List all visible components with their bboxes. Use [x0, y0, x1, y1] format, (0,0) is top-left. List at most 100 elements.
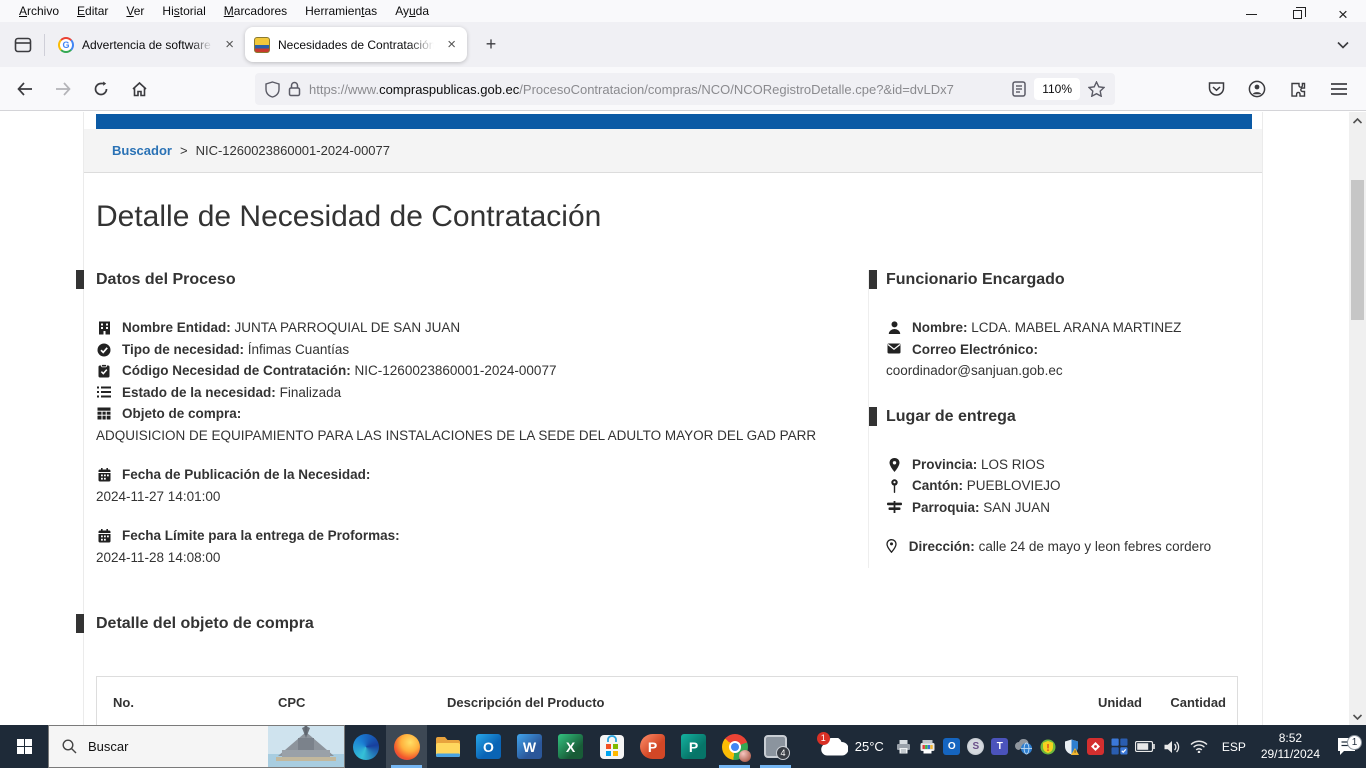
tray-red-app-icon[interactable] [1084, 738, 1108, 755]
taskbar-clock[interactable]: 8:52 29/11/2024 [1255, 731, 1326, 762]
taskbar-search-box[interactable]: Buscar [48, 725, 345, 768]
reload-button[interactable] [84, 73, 118, 105]
menu-archivo[interactable]: Archivo [10, 2, 68, 20]
account-icon [1248, 80, 1266, 98]
table-header-descripcion: Descripción del Producto [447, 695, 1032, 710]
forward-icon [55, 82, 71, 96]
scroll-down-arrow[interactable] [1349, 708, 1366, 725]
taskbar-app-chrome[interactable] [714, 725, 755, 768]
taskbar-app-outlook[interactable]: O [468, 725, 509, 768]
taskbar-app-publisher[interactable]: P [673, 725, 714, 768]
check-circle-icon [96, 339, 112, 357]
new-tab-button[interactable]: + [475, 29, 507, 61]
tray-teams-icon[interactable]: T [988, 738, 1012, 755]
zoom-level-indicator[interactable]: 110% [1034, 78, 1080, 100]
vertical-scrollbar[interactable] [1349, 112, 1366, 725]
firefox-view-button[interactable] [6, 28, 40, 62]
tray-s-badge-icon[interactable]: S [964, 738, 988, 755]
map-marker-icon [886, 454, 902, 472]
firefox-icon [394, 734, 420, 760]
taskbar-app-edge[interactable] [345, 725, 386, 768]
menu-ayuda[interactable]: Ayuda [386, 2, 438, 20]
page-container: Buscador > NIC-1260023860001-2024-00077 … [83, 112, 1263, 725]
restore-icon [1293, 10, 1302, 19]
language-indicator[interactable]: ESP [1213, 740, 1255, 754]
taskbar-app-excel[interactable]: X [550, 725, 591, 768]
taskbar-app-powerpoint[interactable]: P [632, 725, 673, 768]
restore-button[interactable] [1274, 0, 1320, 29]
close-button[interactable]: × [1320, 0, 1366, 29]
search-highlight-image[interactable] [268, 726, 344, 767]
menu-marcadores[interactable]: Marcadores [215, 2, 296, 20]
menu-herramientas[interactable]: Herramientas [296, 2, 386, 20]
file-explorer-icon [435, 736, 461, 758]
menu-editar[interactable]: Editar [68, 2, 117, 20]
menu-ver[interactable]: Ver [117, 2, 153, 20]
account-button[interactable] [1240, 73, 1274, 105]
calendar-icon [96, 464, 112, 482]
taskbar-app-window-group[interactable]: 4 [755, 725, 796, 768]
list-item-fecha-limite: Fecha Límite para la entrega de Proforma… [96, 525, 868, 547]
wifi-icon[interactable] [1186, 740, 1213, 753]
table-header-cpc: CPC [247, 695, 447, 710]
start-button[interactable] [0, 725, 48, 768]
tab-necesidades[interactable]: Necesidades de Contratación y × [245, 27, 467, 62]
table-header-cantidad: Cantidad [1142, 695, 1237, 710]
microsoft-store-icon [600, 735, 624, 759]
correo-value: coordinador@sanjuan.gob.ec [886, 360, 1252, 382]
scroll-up-arrow[interactable] [1349, 112, 1366, 129]
taskbar-weather-widget[interactable]: 1 25°C [813, 738, 892, 756]
page-title: Detalle de Necesidad de Contratación [96, 200, 1262, 234]
notification-center-button[interactable]: 1 [1326, 737, 1366, 756]
list-item-correo: Correo Electrónico: [886, 339, 1252, 361]
tab-close-icon[interactable]: × [445, 35, 458, 54]
chrome-profile-avatar [739, 750, 751, 762]
menu-bar: Archivo Editar Ver Historial Marcadores … [0, 0, 1366, 22]
tray-network-globe-icon[interactable] [1012, 739, 1036, 755]
taskbar-app-store[interactable] [591, 725, 632, 768]
extensions-button[interactable] [1281, 73, 1315, 105]
tab-advertencia[interactable]: Advertencia de software malici × [49, 27, 245, 62]
list-item-codigo: Código Necesidad de Contratación: NIC-12… [96, 360, 868, 382]
forward-button[interactable] [46, 73, 80, 105]
window-controls: × [1228, 0, 1366, 29]
tab-separator [44, 34, 45, 56]
pocket-icon [1208, 81, 1225, 97]
taskbar-app-firefox[interactable] [386, 725, 427, 768]
tray-antivirus-shield-icon[interactable] [1036, 739, 1060, 755]
user-icon [886, 317, 902, 334]
taskbar-app-explorer[interactable] [427, 725, 468, 768]
volume-icon[interactable] [1159, 740, 1186, 754]
shield-icon [265, 81, 280, 98]
notification-count-badge: 1 [1347, 735, 1362, 750]
menu-historial[interactable]: Historial [153, 2, 214, 20]
pocket-button[interactable] [1199, 73, 1233, 105]
tray-color-printer-icon[interactable] [916, 739, 940, 754]
reader-view-icon[interactable] [1012, 81, 1026, 97]
back-button[interactable] [8, 73, 42, 105]
home-button[interactable] [122, 73, 156, 105]
breadcrumb-link-buscador[interactable]: Buscador [112, 143, 172, 158]
battery-icon[interactable] [1132, 741, 1159, 752]
search-placeholder: Buscar [88, 739, 128, 754]
tray-security-shield-icon[interactable] [1060, 739, 1084, 755]
list-item-tipo-necesidad: Tipo de necesidad: Ínfimas Cuantías [96, 339, 868, 361]
url-bar[interactable]: https://www.compraspublicas.gob.ec/Proce… [255, 73, 1115, 105]
home-icon [131, 81, 148, 97]
list-all-tabs-button[interactable] [1328, 30, 1358, 60]
list-item-fecha-publicacion: Fecha de Publicación de la Necesidad: [96, 464, 868, 486]
tab-close-icon[interactable]: × [223, 35, 236, 54]
tray-blue-grid-icon[interactable] [1108, 738, 1132, 755]
tray-printer-icon[interactable] [892, 739, 916, 754]
app-menu-button[interactable] [1322, 73, 1356, 105]
minimize-button[interactable] [1228, 0, 1274, 29]
weather-alert-badge: 1 [817, 732, 830, 745]
page-viewport: Buscador > NIC-1260023860001-2024-00077 … [0, 112, 1366, 725]
taskbar-app-word[interactable]: W [509, 725, 550, 768]
bookmark-star-icon[interactable] [1088, 81, 1105, 97]
list-item-nombre-entidad: Nombre Entidad: JUNTA PARROQUIAL DE SAN … [96, 317, 868, 339]
envelope-icon [886, 339, 902, 354]
map-pin-icon [886, 475, 902, 493]
scrollbar-thumb[interactable] [1351, 180, 1364, 320]
tray-outlook-icon[interactable]: O [940, 738, 964, 755]
